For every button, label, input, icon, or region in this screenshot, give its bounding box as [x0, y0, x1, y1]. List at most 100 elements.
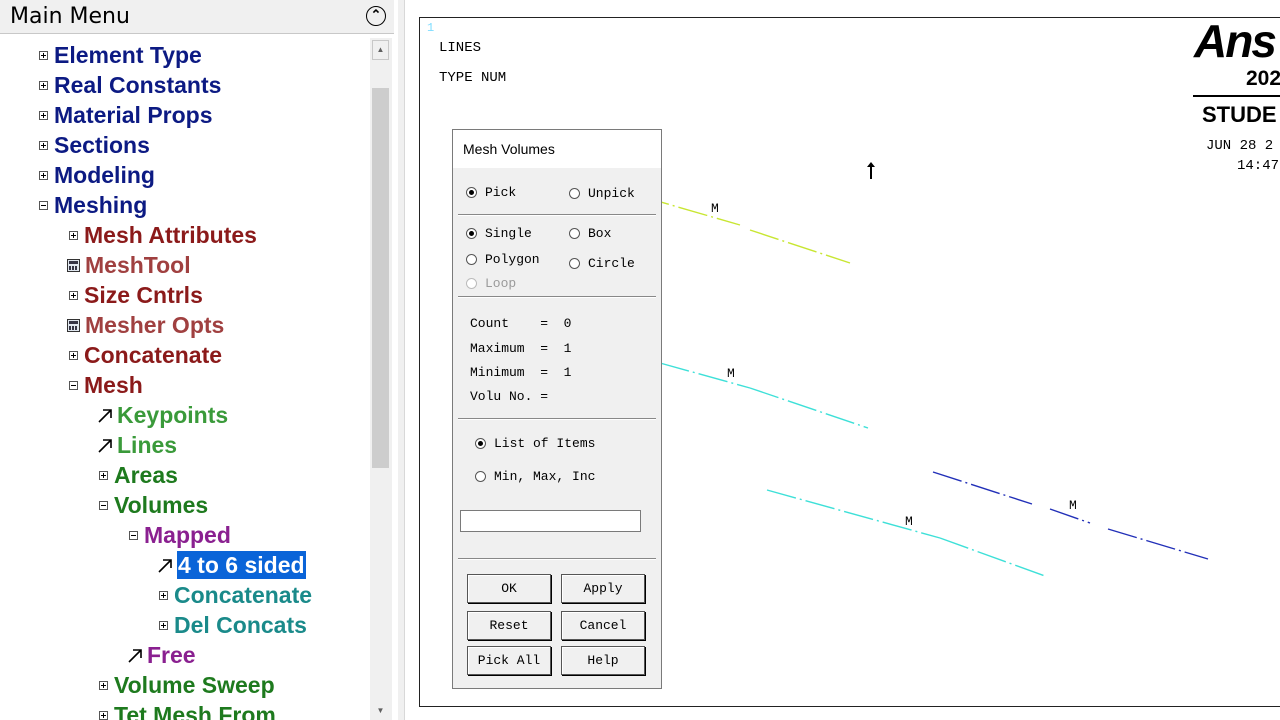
- expand-icon[interactable]: [39, 170, 48, 180]
- tree-item-label: Sections: [54, 132, 150, 158]
- tree-item-del-concats[interactable]: Del Concats: [159, 610, 307, 640]
- tree-item-material-props[interactable]: Material Props: [39, 100, 213, 130]
- scroll-thumb[interactable]: [372, 88, 389, 468]
- min-max-inc-radio[interactable]: Min, Max, Inc: [475, 469, 595, 484]
- scroll-up-arrow-icon[interactable]: ▲: [372, 40, 389, 60]
- expand-icon[interactable]: [159, 620, 168, 630]
- plot-date: JUN 28 2: [1206, 138, 1274, 154]
- tree-item-size-cntrls[interactable]: Size Cntrls: [69, 280, 203, 310]
- tree-item-label: Element Type: [54, 42, 202, 68]
- apply-button[interactable]: Apply: [561, 574, 645, 603]
- tree-item-label: Meshing: [54, 192, 148, 218]
- tree-item-label: Free: [147, 642, 196, 668]
- help-button[interactable]: Help: [561, 646, 645, 675]
- maximum-readout: Maximum = 1: [470, 341, 572, 356]
- pick-arrow-icon: [98, 439, 112, 453]
- tree-item-real-constants[interactable]: Real Constants: [39, 70, 221, 100]
- collapse-icon[interactable]: [99, 500, 108, 510]
- main-menu-panel: Main Menu ⌃ Element Type Real Constants …: [0, 0, 398, 720]
- collapse-menu-icon[interactable]: ⌃: [366, 6, 386, 26]
- collapse-icon[interactable]: [69, 380, 78, 390]
- item-entry-input[interactable]: [460, 510, 641, 532]
- expand-icon[interactable]: [69, 290, 78, 300]
- mesh-marker: M: [905, 514, 913, 529]
- count-readout: Count = 0: [470, 316, 572, 331]
- tree-item-volume-sweep[interactable]: Volume Sweep: [99, 670, 275, 700]
- panel-splitter[interactable]: [398, 0, 405, 720]
- circle-radio-label: Circle: [588, 256, 635, 271]
- line-cyan-upper: [659, 362, 869, 429]
- reset-button[interactable]: Reset: [467, 611, 551, 640]
- tree-item-label: Modeling: [54, 162, 155, 188]
- tree-item-label: Volume Sweep: [114, 672, 275, 698]
- cancel-button[interactable]: Cancel: [561, 611, 645, 640]
- tree-item-element-type[interactable]: Element Type: [39, 40, 202, 70]
- unpick-radio-label: Unpick: [588, 186, 635, 201]
- circle-radio[interactable]: Circle: [569, 256, 635, 271]
- expand-icon[interactable]: [39, 50, 48, 60]
- line-blue: [932, 471, 1209, 560]
- expand-icon[interactable]: [99, 680, 108, 690]
- collapse-icon[interactable]: [129, 530, 138, 540]
- box-radio[interactable]: Box: [569, 226, 611, 241]
- line-cyan-lower: [766, 489, 1046, 577]
- pick-arrow-icon: [98, 409, 112, 423]
- scroll-down-arrow-icon[interactable]: ▼: [372, 702, 389, 720]
- divider: [458, 558, 656, 560]
- tree-item-label: Concatenate: [174, 582, 313, 608]
- tree-item-label: Areas: [114, 462, 178, 488]
- tree-item-meshtool[interactable]: MeshTool: [67, 250, 191, 280]
- expand-icon[interactable]: [159, 590, 168, 600]
- main-menu-header: Main Menu ⌃: [0, 0, 394, 34]
- min-max-inc-label: Min, Max, Inc: [494, 469, 596, 484]
- divider: [458, 418, 656, 420]
- main-menu-tree: Element Type Real Constants Material Pro…: [0, 40, 370, 720]
- expand-icon[interactable]: [99, 470, 108, 480]
- tree-item-mesh-attributes[interactable]: Mesh Attributes: [69, 220, 257, 250]
- tree-item-mesher-opts[interactable]: Mesher Opts: [67, 310, 224, 340]
- pick-all-button[interactable]: Pick All: [467, 646, 551, 675]
- tree-item-modeling[interactable]: Modeling: [39, 160, 155, 190]
- tree-item-keypoints[interactable]: Keypoints: [96, 400, 228, 430]
- tree-item-lines[interactable]: Lines: [96, 430, 177, 460]
- list-of-items-radio[interactable]: List of Items: [475, 436, 595, 451]
- polygon-radio[interactable]: Polygon: [466, 252, 540, 267]
- collapse-icon[interactable]: [39, 200, 48, 210]
- mesh-volumes-dialog: Mesh Volumes Pick Unpick Single Box Poly…: [452, 129, 662, 689]
- volu-no-readout: Volu No. =: [470, 389, 549, 404]
- radio-selected-icon: [466, 187, 477, 198]
- dialog-title: Mesh Volumes: [463, 141, 555, 157]
- tree-item-mapped[interactable]: Mapped: [129, 520, 231, 550]
- tree-item-4-to-6-sided[interactable]: 4 to 6 sided: [156, 550, 306, 580]
- tree-item-free[interactable]: Free: [126, 640, 196, 670]
- tree-item-concatenate[interactable]: Concatenate: [69, 340, 222, 370]
- expand-icon[interactable]: [69, 350, 78, 360]
- divider: [458, 296, 656, 298]
- ok-button[interactable]: OK: [467, 574, 551, 603]
- tree-item-mesh[interactable]: Mesh: [69, 370, 143, 400]
- tree-item-volumes[interactable]: Volumes: [99, 490, 208, 520]
- tree-item-label: Material Props: [54, 102, 213, 128]
- expand-icon[interactable]: [69, 230, 78, 240]
- tree-item-concatenate-volumes[interactable]: Concatenate: [159, 580, 312, 610]
- expand-icon[interactable]: [39, 110, 48, 120]
- single-radio[interactable]: Single: [466, 226, 532, 241]
- tree-item-areas[interactable]: Areas: [99, 460, 178, 490]
- expand-icon[interactable]: [39, 140, 48, 150]
- tree-item-sections[interactable]: Sections: [39, 130, 150, 160]
- list-of-items-label: List of Items: [494, 436, 596, 451]
- radio-icon: [475, 471, 486, 482]
- tree-item-meshing[interactable]: Meshing: [39, 190, 147, 220]
- expand-icon[interactable]: [99, 710, 108, 720]
- pick-radio[interactable]: Pick: [466, 185, 516, 200]
- pick-arrow-icon: [158, 559, 172, 573]
- tree-item-label: Mesher Opts: [85, 312, 225, 338]
- tree-item-tet-mesh-from[interactable]: Tet Mesh From: [99, 700, 276, 720]
- dialog-title-bar[interactable]: Mesh Volumes: [453, 130, 661, 168]
- expand-icon[interactable]: [39, 80, 48, 90]
- plot-time: 14:47: [1237, 158, 1280, 174]
- unpick-radio[interactable]: Unpick: [569, 186, 635, 201]
- loop-radio: Loop: [466, 276, 516, 291]
- tree-scrollbar[interactable]: ▲ ▼: [370, 38, 392, 720]
- tree-item-label: Mesh Attributes: [84, 222, 257, 248]
